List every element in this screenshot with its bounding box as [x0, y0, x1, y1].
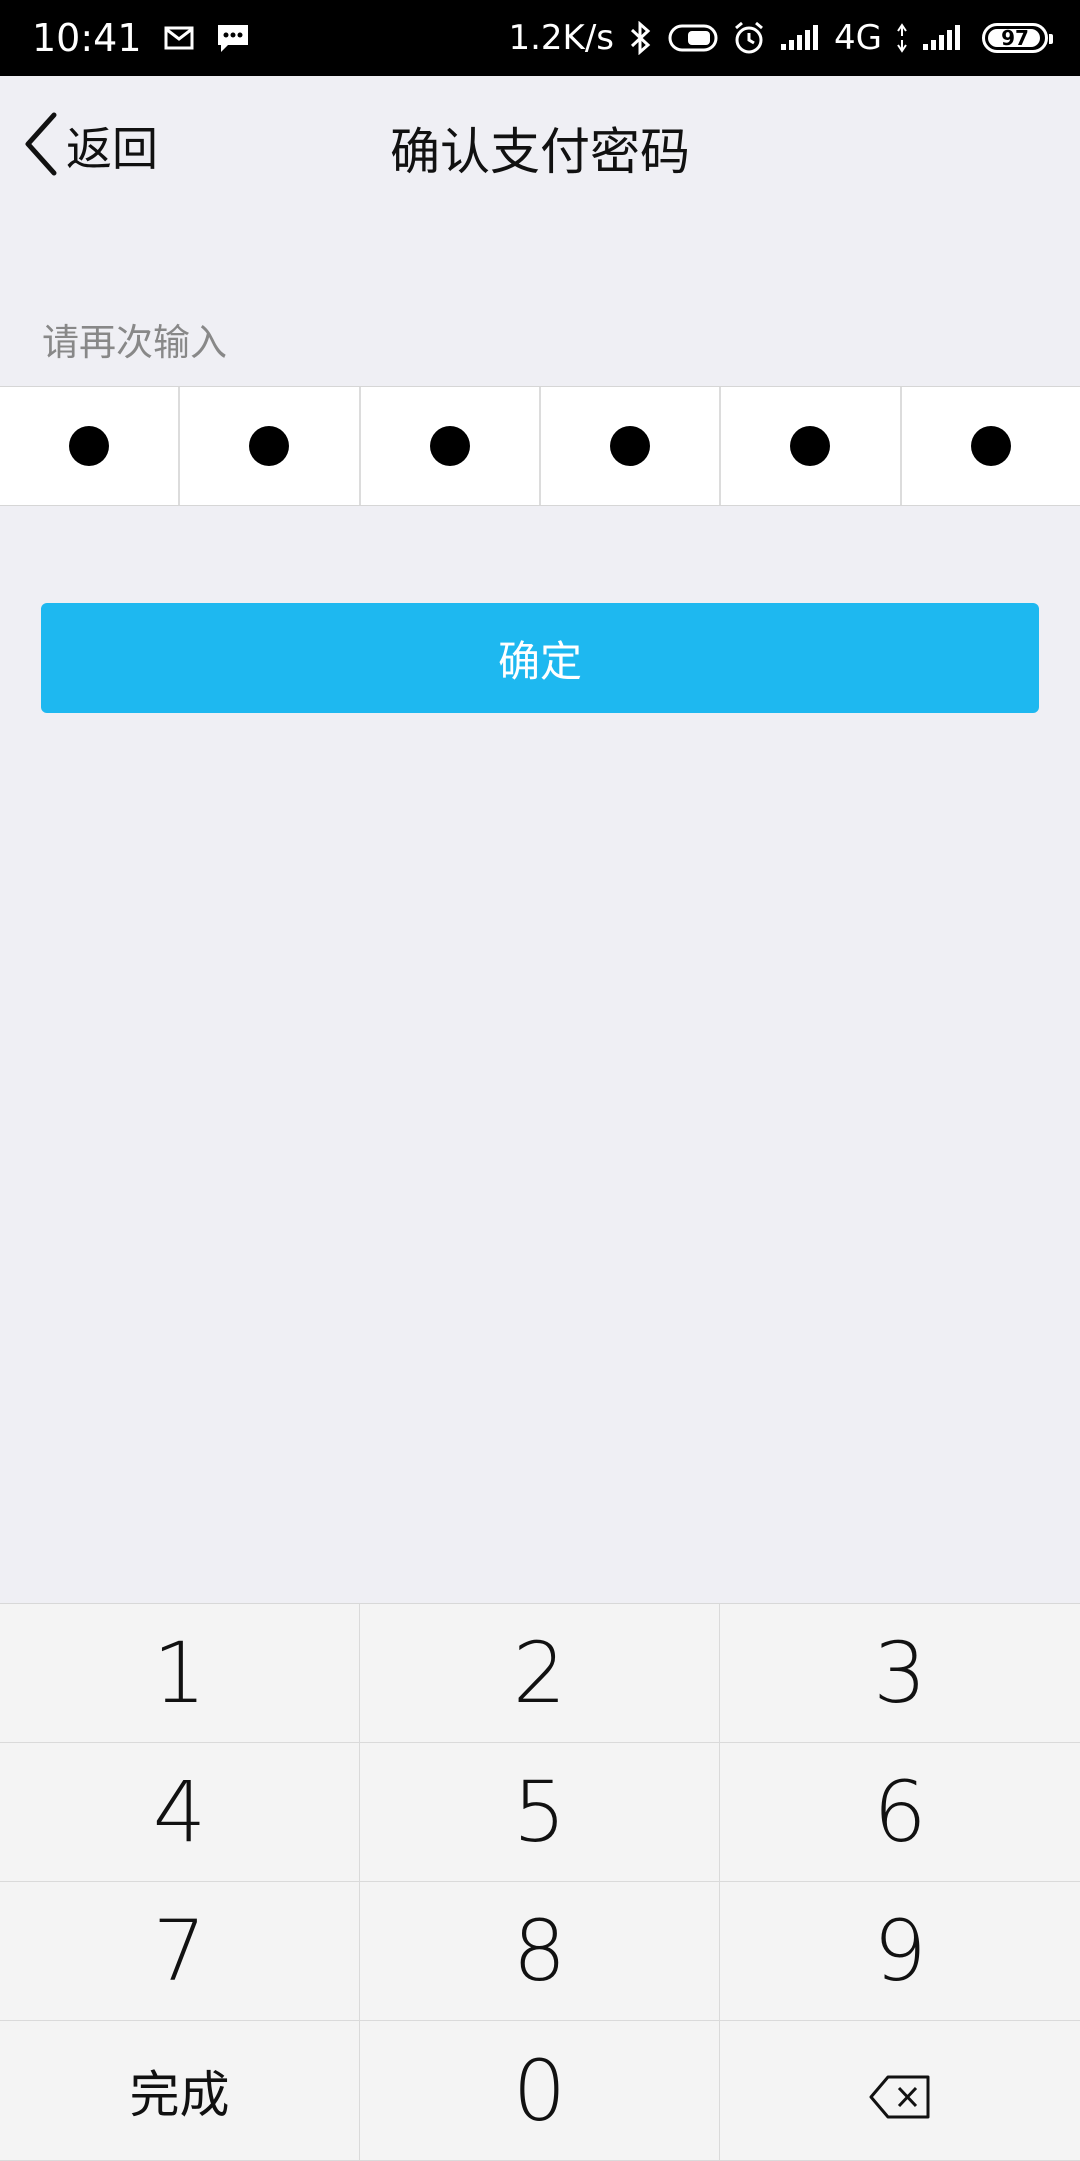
signal-icon	[780, 24, 820, 52]
bluetooth-icon	[628, 21, 654, 55]
confirm-button[interactable]: 确定	[41, 603, 1039, 713]
key-2[interactable]: 2	[360, 1604, 720, 1743]
key-4[interactable]: 4	[0, 1743, 360, 1882]
network-type: 4G	[834, 18, 882, 58]
key-7[interactable]: 7	[0, 1882, 360, 2021]
battery-level: 97	[1001, 26, 1029, 50]
key-0[interactable]: 0	[360, 2021, 720, 2161]
battery-icon: 97	[982, 23, 1053, 53]
alarm-icon	[732, 21, 766, 55]
pin-input[interactable]	[0, 386, 1080, 506]
signal-icon-2	[922, 24, 962, 52]
pin-dot	[249, 426, 290, 466]
pin-cell	[361, 387, 541, 505]
page-title: 确认支付密码	[390, 123, 690, 181]
pin-cell	[902, 387, 1080, 505]
status-time: 10:41	[32, 16, 142, 60]
done-key[interactable]: 完成	[0, 2021, 360, 2161]
pin-cell	[180, 387, 361, 505]
key-3[interactable]: 3	[720, 1604, 1080, 1743]
status-left: 10:41	[32, 16, 250, 60]
pin-cell	[721, 387, 902, 505]
key-8[interactable]: 8	[360, 1882, 720, 2021]
key-6[interactable]: 6	[720, 1743, 1080, 1882]
data-arrows-icon	[896, 23, 908, 53]
prompt-text: 请再次输入	[42, 321, 227, 364]
pin-dot	[429, 426, 470, 466]
pin-dot	[790, 426, 831, 466]
pin-cell	[0, 387, 181, 505]
pin-dot	[970, 426, 1011, 466]
mail-icon	[164, 26, 194, 50]
battery-cap	[1049, 34, 1053, 44]
status-right: 1.2K/s 4G 97	[508, 18, 1053, 58]
backspace-icon	[868, 2042, 932, 2140]
status-bar: 10:41 1.2K/s 4G 97	[0, 0, 1080, 76]
pin-cell	[541, 387, 722, 505]
key-1[interactable]: 1	[0, 1604, 360, 1743]
backspace-key[interactable]	[720, 2021, 1080, 2161]
toggle-icon	[668, 23, 718, 53]
nav-bar: 返回 确认支付密码	[0, 76, 1080, 216]
key-5[interactable]: 5	[360, 1743, 720, 1882]
pin-dot	[610, 426, 651, 466]
pin-dot	[69, 426, 110, 466]
key-9[interactable]: 9	[720, 1882, 1080, 2021]
network-speed: 1.2K/s	[508, 18, 615, 58]
message-icon	[216, 23, 250, 53]
numeric-keypad: 1 2 3 4 5 6 7 8 9 完成 0	[0, 1603, 1080, 2161]
